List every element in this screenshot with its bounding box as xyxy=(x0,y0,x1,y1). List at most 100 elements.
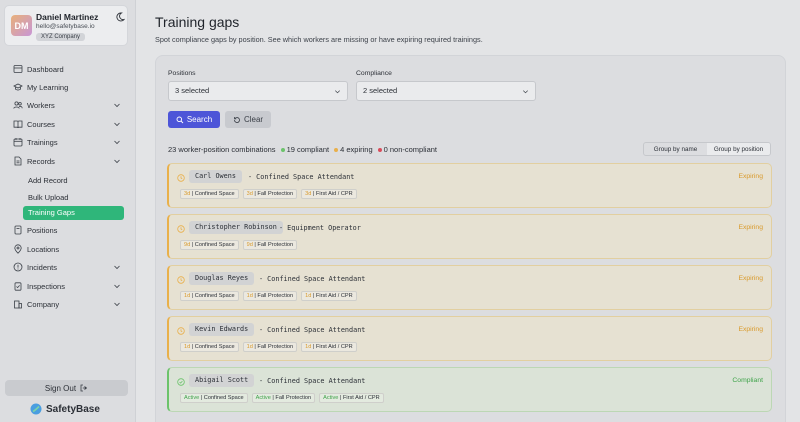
worker-gap-row[interactable]: Christopher Robinson - Equipment Operato… xyxy=(167,214,772,259)
summary-compliant: 19 compliant xyxy=(280,145,330,154)
clock-icon xyxy=(177,276,185,284)
search-button[interactable]: Search xyxy=(168,111,220,128)
sidebar: DM Daniel Martinez hello@safetybase.io X… xyxy=(0,0,136,422)
worker-gap-row[interactable]: Kevin Edwards - Confined Space Attendant… xyxy=(167,316,772,361)
group-toggle: Group by name Group by position xyxy=(643,142,771,156)
training-tag: Active | Fall Protection xyxy=(251,393,316,403)
worker-name: Christopher Robinson xyxy=(189,221,283,234)
summary-expiring: 4 expiring xyxy=(334,145,373,154)
tag-label: | First Aid / CPR xyxy=(311,293,353,299)
chevron-down-icon xyxy=(114,265,120,270)
group-by-position-button[interactable]: Group by position xyxy=(707,143,770,155)
summary-bar: 23 worker-position combinations 19 compl… xyxy=(168,145,437,154)
sidebar-item-trainings[interactable]: Trainings xyxy=(0,133,136,151)
sidebar-item-label: Inspections xyxy=(27,282,65,291)
check-circle-icon xyxy=(177,378,185,386)
worker-gap-row[interactable]: Douglas Reyes - Confined Space Attendant… xyxy=(167,265,772,310)
worker-gap-row[interactable]: Carl Owens - Confined Space Attendant Ex… xyxy=(167,163,772,208)
summary-compliant-label: 19 compliant xyxy=(286,145,330,154)
avatar: DM xyxy=(11,15,32,36)
sign-out-button[interactable]: Sign Out xyxy=(5,380,128,396)
training-tags: 9d | Confined Space 9d | Fall Protection xyxy=(180,240,298,250)
status-badge: Expiring xyxy=(738,275,763,282)
training-tag: Active | First Aid / CPR xyxy=(319,393,384,403)
training-tags: Active | Confined Space Active | Fall Pr… xyxy=(180,393,384,403)
sidebar-item-label: Trainings xyxy=(27,138,58,147)
status-badge: Expiring xyxy=(738,173,763,180)
sidebar-subitem-add-record[interactable]: Add Record xyxy=(28,176,68,185)
position-name: - Confined Space Attendant xyxy=(259,326,366,334)
training-tags: 1d | Confined Space 1d | Fall Protection… xyxy=(180,291,357,301)
user-card[interactable]: DM Daniel Martinez hello@safetybase.io X… xyxy=(4,5,128,46)
positions-select[interactable]: 3 selected xyxy=(168,81,348,101)
chevron-down-icon xyxy=(114,140,120,145)
training-tag: 1d | Confined Space xyxy=(180,291,239,301)
sidebar-item-my-learning[interactable]: My Learning xyxy=(0,78,136,96)
training-tag: Active | Confined Space xyxy=(180,393,248,403)
user-email: hello@safetybase.io xyxy=(36,23,95,30)
clipboard-check-icon xyxy=(14,282,22,291)
sidebar-subitem-bulk-upload[interactable]: Bulk Upload xyxy=(28,193,68,202)
chevron-down-icon xyxy=(114,302,120,307)
sidebar-item-workers[interactable]: Workers xyxy=(0,96,136,114)
moon-icon[interactable] xyxy=(115,12,125,22)
position-name: - Confined Space Attendant xyxy=(248,173,355,181)
summary-total: 23 worker-position combinations xyxy=(168,145,276,154)
main-content: Training gaps Spot compliance gaps by po… xyxy=(136,0,800,422)
training-tag: 1d | Fall Protection xyxy=(242,342,298,352)
worker-name: Carl Owens xyxy=(189,170,242,183)
training-tag: 3d | Confined Space xyxy=(180,189,239,199)
sidebar-item-label: Company xyxy=(27,300,60,309)
sidebar-item-label: Incidents xyxy=(27,263,58,272)
chevron-down-icon xyxy=(335,90,340,94)
reset-icon xyxy=(234,116,240,123)
clear-button[interactable]: Clear xyxy=(225,111,271,128)
summary-noncompliant: 0 non-compliant xyxy=(377,145,437,154)
sidebar-item-label: Workers xyxy=(27,101,55,110)
training-tag: 3d | First Aid / CPR xyxy=(301,189,357,199)
group-by-name-button[interactable]: Group by name xyxy=(644,143,707,155)
sidebar-item-label: Courses xyxy=(27,120,55,129)
tag-label: | Confined Space xyxy=(190,344,235,350)
chevron-down-icon xyxy=(114,284,120,289)
chevron-down-icon xyxy=(114,159,120,164)
sidebar-item-inspections[interactable]: Inspections xyxy=(0,277,136,295)
company-badge: XYZ Company xyxy=(36,33,86,41)
compliance-select[interactable]: 2 selected xyxy=(356,81,536,101)
noncompliant-dot-icon xyxy=(377,148,382,153)
compliance-select-value: 2 selected xyxy=(363,86,398,95)
sidebar-item-locations[interactable]: Locations xyxy=(0,240,136,258)
map-pin-icon xyxy=(14,244,22,254)
tag-label: | Fall Protection xyxy=(252,191,294,197)
tag-label: | First Aid / CPR xyxy=(338,395,380,401)
compliance-label: Compliance xyxy=(356,70,392,77)
sidebar-item-incidents[interactable]: Incidents xyxy=(0,258,136,276)
tag-code: Active xyxy=(255,395,271,401)
sidebar-item-company[interactable]: Company xyxy=(0,295,136,313)
search-button-label: Search xyxy=(186,115,213,124)
sidebar-item-positions[interactable]: Positions xyxy=(0,221,136,239)
building-icon xyxy=(14,300,22,309)
status-badge: Compliant xyxy=(732,377,763,384)
position-name: - Equipment Operator xyxy=(279,224,361,232)
positions-label: Positions xyxy=(168,70,196,77)
tag-label: | Fall Protection xyxy=(252,293,294,299)
users-icon xyxy=(13,101,23,109)
safetybase-logo-icon xyxy=(30,403,42,415)
clock-icon xyxy=(177,174,185,182)
brand-name: SafetyBase xyxy=(46,403,100,415)
worker-name: Abigail Scott xyxy=(189,374,255,387)
training-gaps-panel: Positions 3 selected Compliance 2 select… xyxy=(155,55,786,422)
positions-select-value: 3 selected xyxy=(175,86,210,95)
worker-gap-row[interactable]: Abigail Scott - Confined Space Attendant… xyxy=(167,367,772,412)
status-badge: Expiring xyxy=(738,326,763,333)
sidebar-item-courses[interactable]: Courses xyxy=(0,115,136,133)
position-name: - Confined Space Attendant xyxy=(259,377,366,385)
sidebar-item-label: My Learning xyxy=(27,83,69,92)
sidebar-subitem-training-gaps[interactable]: Training Gaps xyxy=(23,206,124,220)
sidebar-item-dashboard[interactable]: Dashboard xyxy=(0,60,136,78)
sidebar-item-records[interactable]: Records xyxy=(0,152,136,170)
summary-expiring-label: 4 expiring xyxy=(340,145,373,154)
status-badge: Expiring xyxy=(738,224,763,231)
training-tags: 3d | Confined Space 3d | Fall Protection… xyxy=(180,189,357,199)
